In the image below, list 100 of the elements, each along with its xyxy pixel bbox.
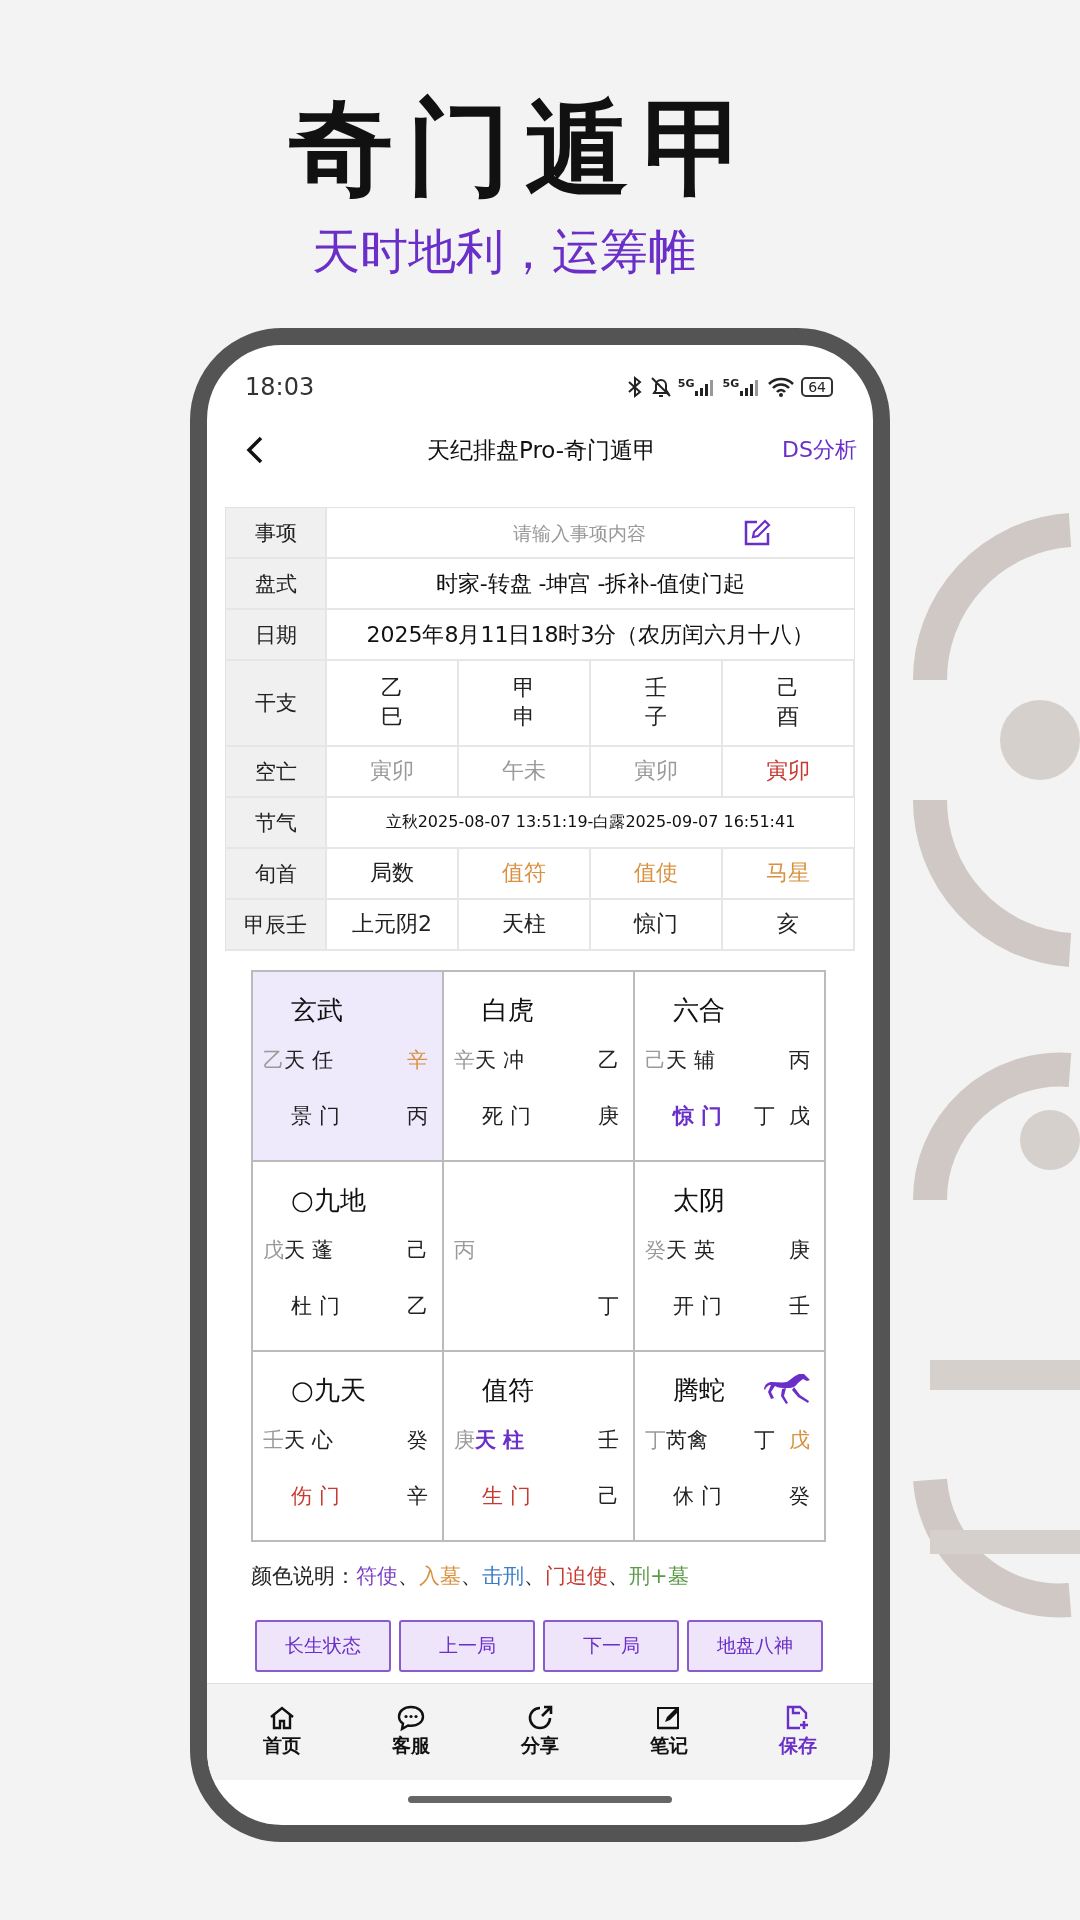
- bell-off-icon: [649, 375, 672, 399]
- stem-label: 庚: [789, 1237, 810, 1264]
- row-label: 盘式: [226, 559, 327, 608]
- stem-label: 癸: [407, 1427, 428, 1454]
- stem-label: 丁: [754, 1103, 775, 1130]
- star-label: 天 冲: [475, 1047, 524, 1074]
- table-cell: 亥: [723, 900, 855, 949]
- stem-label: 辛: [407, 1047, 428, 1074]
- stem-label: 丙: [407, 1103, 428, 1130]
- tab-item[interactable]: 分享: [499, 1705, 580, 1759]
- deity-label: 六合: [673, 993, 725, 1027]
- stem-label: 己: [407, 1237, 428, 1264]
- table-cell: 时家-转盘 -坤宫 -拆补-值使门起: [327, 559, 855, 608]
- wifi-icon: [767, 376, 796, 398]
- stem-label: 癸: [789, 1483, 810, 1510]
- deity-label: 玄武: [291, 993, 343, 1027]
- legend-separator: 、: [608, 1563, 629, 1590]
- table-cell: 寅卯: [723, 747, 855, 796]
- deity-label: ○九天: [291, 1373, 366, 1407]
- deity-label: 值符: [482, 1373, 534, 1407]
- door-label: 开 门: [673, 1293, 722, 1320]
- table-cell: 甲 申: [459, 661, 591, 745]
- door-label: 伤 门: [291, 1483, 340, 1510]
- palace-cell[interactable]: 值符 庚天 柱 壬 生 门 己: [444, 1352, 635, 1542]
- headline-title: 奇门遁甲: [289, 86, 761, 211]
- legend-item: 刑+墓: [629, 1563, 689, 1590]
- action-button[interactable]: 长生状态: [255, 1620, 391, 1672]
- palace-cell[interactable]: 白虎 辛天 冲 乙 死 门 庚: [444, 972, 635, 1162]
- deity-label: ○九地: [291, 1183, 366, 1217]
- tab-item[interactable]: 首页: [241, 1705, 322, 1759]
- table-cell: 马星: [723, 849, 855, 898]
- legend-item: 门迫使: [545, 1563, 608, 1590]
- earth-stem: 壬: [263, 1427, 284, 1454]
- stem-label: 壬: [789, 1293, 810, 1320]
- action-button[interactable]: 地盘八神: [687, 1620, 823, 1672]
- star-label: 天 心: [284, 1427, 333, 1454]
- table-cell: 局数: [327, 849, 459, 898]
- palace-cell[interactable]: 腾蛇 丁芮禽 丁 戊 休 门 癸: [635, 1352, 826, 1542]
- tab-item[interactable]: 客服: [370, 1705, 451, 1759]
- star-label: 天 任: [284, 1047, 333, 1074]
- row-label: 日期: [226, 610, 327, 659]
- palace-cell[interactable]: 丙 丁: [444, 1162, 635, 1352]
- earth-stem: 己: [645, 1047, 666, 1074]
- legend-item: 入墓: [419, 1563, 461, 1590]
- stem-label: 戊: [789, 1103, 810, 1130]
- battery-indicator: 64: [801, 377, 833, 397]
- item-input-field[interactable]: 请输入事项内容: [510, 520, 685, 545]
- stem-label: 戊: [789, 1427, 810, 1454]
- door-label: 休 门: [673, 1483, 722, 1510]
- door-label: 生 门: [482, 1483, 531, 1510]
- back-icon[interactable]: [245, 435, 265, 465]
- star-label: 天 英: [666, 1237, 715, 1264]
- edit-icon[interactable]: [742, 518, 771, 547]
- analysis-link[interactable]: DS分析: [782, 435, 857, 465]
- page-title: 天纪排盘Pro-奇门遁甲: [426, 435, 657, 465]
- status-time: 18:03: [245, 373, 315, 401]
- stem-label: 己: [598, 1483, 619, 1510]
- chat-icon: [396, 1705, 425, 1731]
- deity-label: 白虎: [482, 993, 534, 1027]
- legend-item: 符使: [356, 1563, 398, 1590]
- table-cell: 午未: [459, 747, 591, 796]
- table-cell: 值使: [591, 849, 723, 898]
- earth-stem: 庚: [454, 1427, 475, 1454]
- palace-cell[interactable]: 玄武 乙天 任 辛 景 门 丙: [253, 972, 444, 1162]
- legend-separator: 、: [398, 1563, 419, 1590]
- action-button[interactable]: 上一局: [399, 1620, 535, 1672]
- stem-label: 丁: [754, 1427, 775, 1454]
- door-label: 死 门: [482, 1103, 531, 1130]
- palace-cell[interactable]: ○九地 戊天 蓬 己 杜 门 乙: [253, 1162, 444, 1352]
- earth-stem: 戊: [263, 1237, 284, 1264]
- earth-stem: 丁: [645, 1427, 666, 1454]
- tab-item[interactable]: 保存: [758, 1705, 839, 1759]
- legend-label: 颜色说明：: [251, 1563, 356, 1590]
- stem-label: 乙: [598, 1047, 619, 1074]
- row-label: 节气: [226, 798, 327, 847]
- table-cell: 立秋2025-08-07 13:51:19-白露2025-09-07 16:51:41: [327, 798, 855, 847]
- palace-cell[interactable]: 六合 己天 辅 丙 惊 门 丁 戊: [635, 972, 826, 1162]
- door-label: 杜 门: [291, 1293, 340, 1320]
- action-button[interactable]: 下一局: [543, 1620, 679, 1672]
- table-cell: 上元阴2: [327, 900, 459, 949]
- headline-subtitle: 天时地利，运筹帷: [312, 222, 696, 281]
- stem-label: 丁: [598, 1293, 619, 1320]
- earth-stem: 丙: [454, 1237, 475, 1264]
- table-cell: 乙 巳: [327, 661, 459, 745]
- network-label: 5G: [677, 377, 695, 390]
- tab-item[interactable]: 笔记: [629, 1705, 710, 1759]
- legend-separator: 、: [461, 1563, 482, 1590]
- table-cell: 寅卯: [591, 747, 723, 796]
- table-cell: 值符: [459, 849, 591, 898]
- table-cell: 寅卯: [327, 747, 459, 796]
- stem-label: 丙: [789, 1047, 810, 1074]
- star-label: 天 柱: [475, 1427, 525, 1454]
- legend-separator: 、: [524, 1563, 545, 1590]
- door-label: 景 门: [291, 1103, 340, 1130]
- palace-cell[interactable]: 太阴 癸天 英 庚 开 门 壬: [635, 1162, 826, 1352]
- star-label: 芮禽: [666, 1427, 708, 1454]
- row-label: 空亡: [226, 747, 327, 796]
- palace-cell[interactable]: ○九天 壬天 心 癸 伤 门 辛: [253, 1352, 444, 1542]
- stem-label: 庚: [598, 1103, 619, 1130]
- star-label: 天 辅: [666, 1047, 715, 1074]
